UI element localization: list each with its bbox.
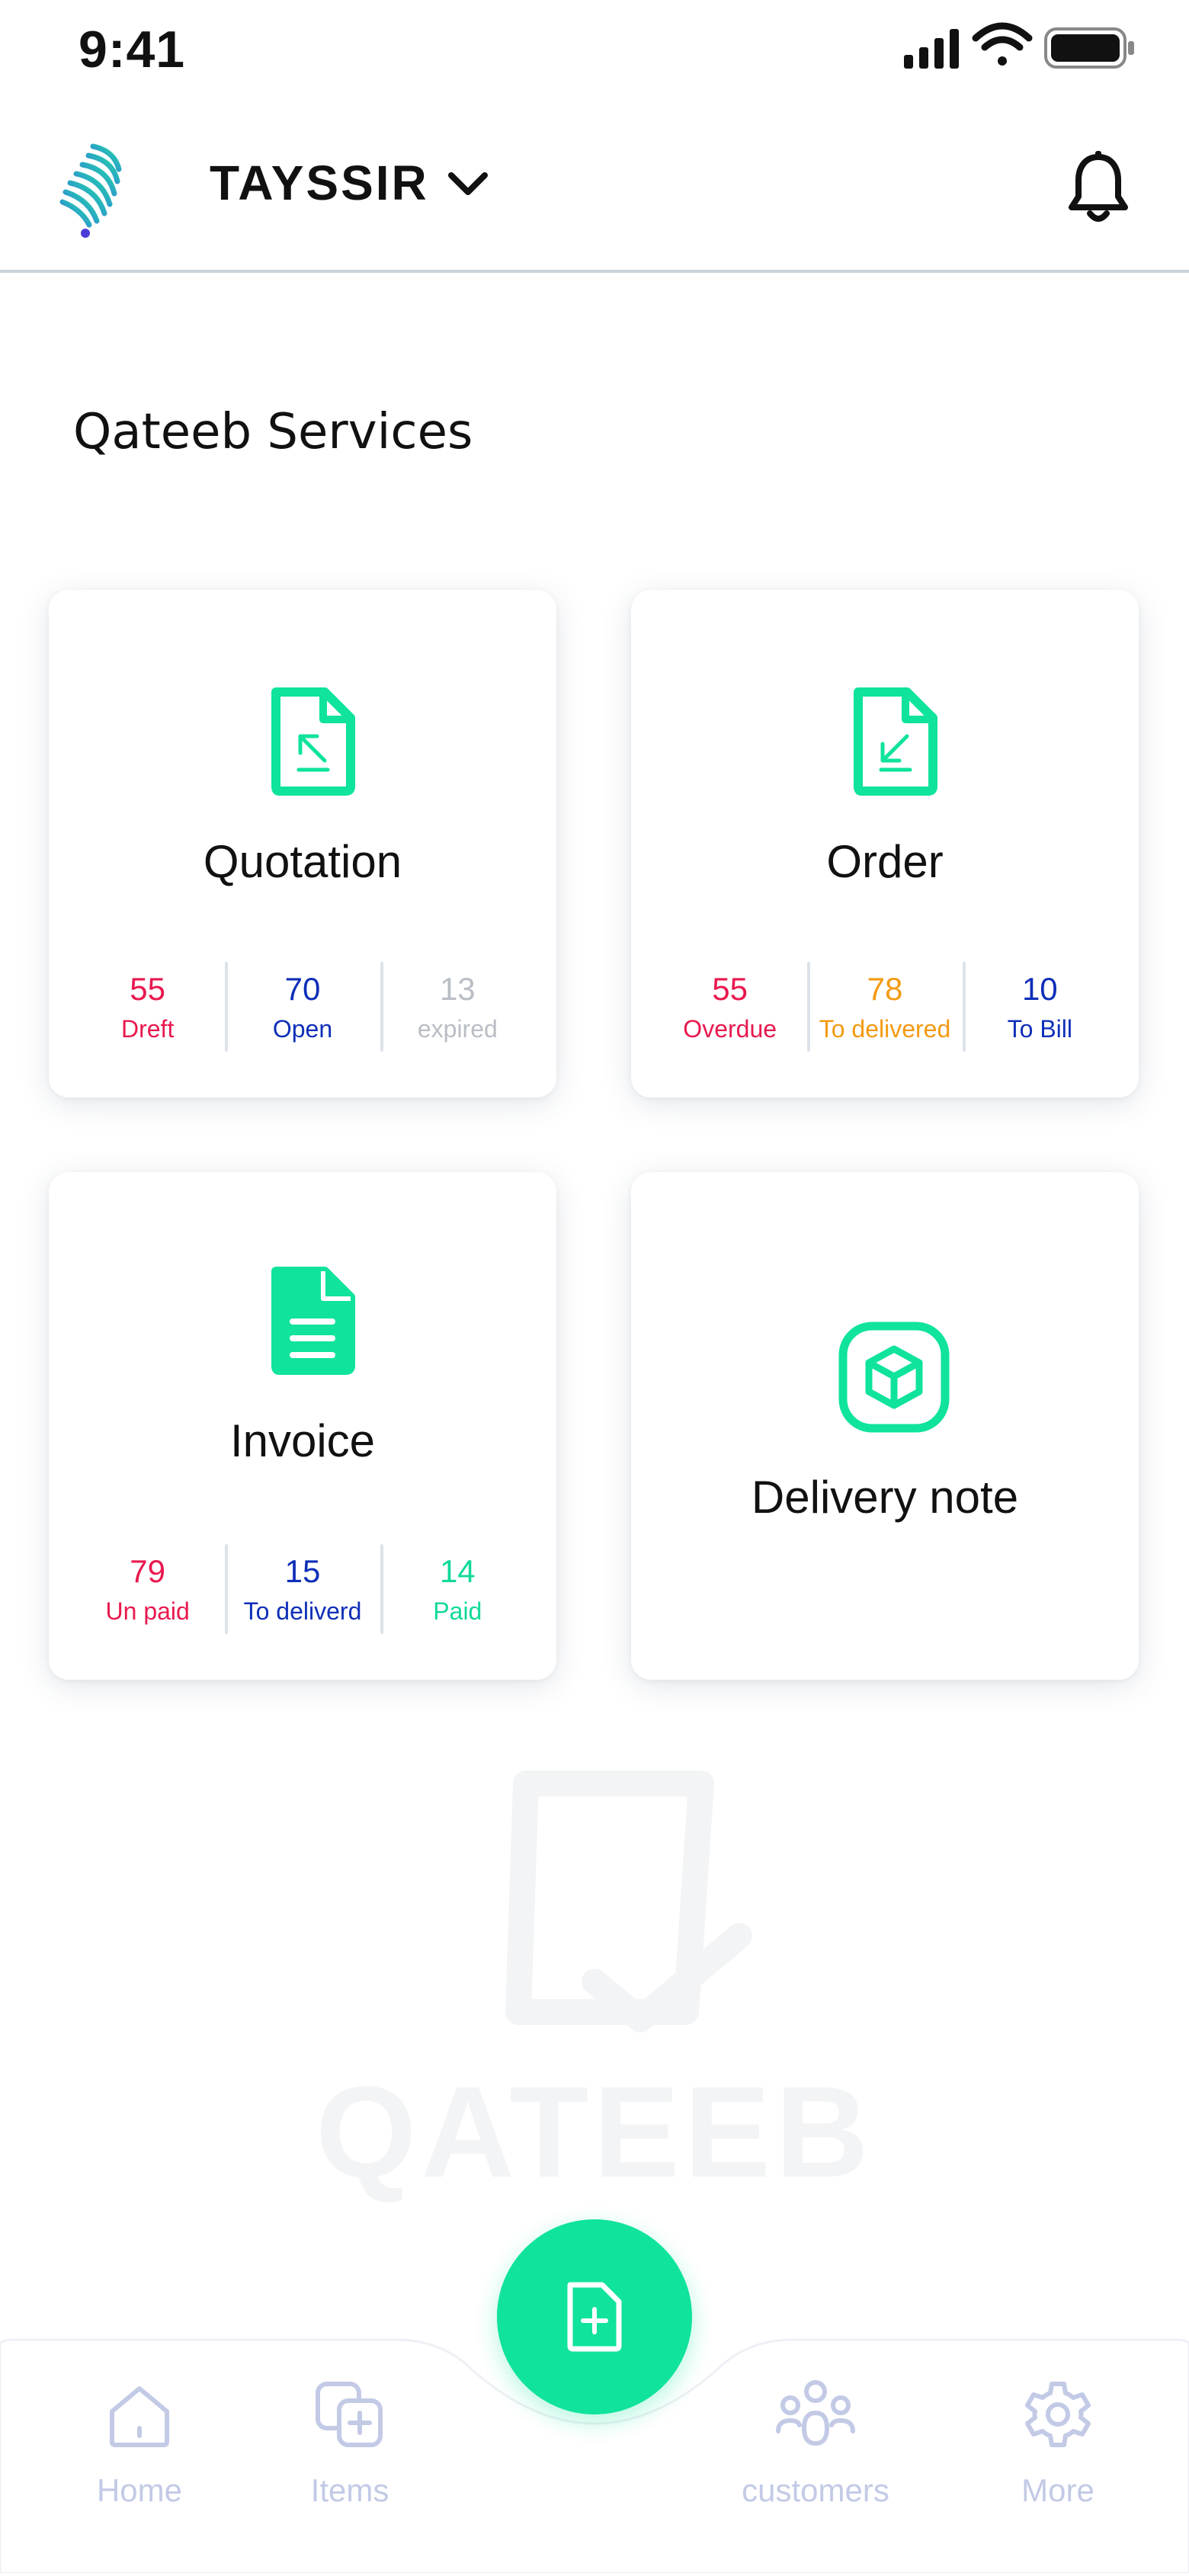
battery-icon [1044, 27, 1134, 69]
status-time: 9:41 [79, 21, 186, 78]
order-document-icon [851, 687, 939, 799]
order-title: Order [826, 836, 944, 887]
order-stats: 55 Overdue 78 To delivered 10 To Bill [652, 962, 1117, 1053]
stat-label: expired [417, 1015, 498, 1043]
order-stat-to-bill[interactable]: 10 To Bill [962, 962, 1117, 1053]
create-document-button[interactable] [497, 2219, 692, 2414]
stat-label: To delivered [819, 1015, 951, 1043]
nav-customers[interactable]: customers [724, 2378, 907, 2509]
stat-value: 15 [284, 1553, 321, 1589]
order-stat-to-delivered[interactable]: 78 To delivered [807, 962, 962, 1053]
delivery-note-title: Delivery note [751, 1472, 1019, 1523]
invoice-card[interactable]: Invoice 79 Un paid 15 To deliverd 14 Pai… [49, 1172, 556, 1680]
add-document-icon [567, 2282, 622, 2352]
nav-more[interactable]: More [966, 2378, 1149, 2509]
nav-home-label: Home [96, 2472, 183, 2508]
gear-icon [1025, 2382, 1091, 2447]
quotation-title: Quotation [203, 836, 402, 887]
order-stat-overdue[interactable]: 55 Overdue [652, 962, 807, 1053]
invoice-stat-to-deliverd[interactable]: 15 To deliverd [225, 1544, 380, 1636]
page-title: Qateeb Services [73, 404, 473, 460]
cellular-signal-icon [904, 29, 959, 69]
status-icons [869, 0, 1189, 102]
quotation-stat-expired[interactable]: 13 expired [380, 962, 535, 1053]
quotation-card[interactable]: Quotation 55 Dreft 70 Open 13 expired [49, 590, 556, 1097]
stat-value: 70 [284, 971, 321, 1007]
stat-label: Overdue [683, 1015, 777, 1043]
stat-label: To Bill [1007, 1015, 1072, 1043]
stat-value: 14 [439, 1553, 476, 1589]
invoice-stat-unpaid[interactable]: 79 Un paid [70, 1544, 225, 1636]
nav-customers-label: customers [742, 2472, 889, 2508]
invoice-document-icon [268, 1267, 357, 1378]
order-card[interactable]: Order 55 Overdue 78 To delivered 10 To B… [631, 590, 1139, 1097]
stat-value: 13 [439, 971, 476, 1007]
quotation-stat-open[interactable]: 70 Open [225, 962, 380, 1053]
nav-home[interactable]: Home [48, 2378, 231, 2509]
items-add-icon [316, 2382, 383, 2447]
nav-items[interactable]: Items [258, 2378, 441, 2509]
quotation-stat-draft[interactable]: 55 Dreft [70, 962, 225, 1053]
invoice-stats: 79 Un paid 15 To deliverd 14 Paid [70, 1544, 535, 1636]
package-box-icon [837, 1320, 951, 1437]
chevron-down-icon[interactable] [445, 165, 491, 206]
stat-value: 78 [867, 971, 903, 1007]
customers-icon [776, 2380, 855, 2446]
stat-value: 79 [130, 1553, 166, 1589]
stat-value: 55 [130, 971, 166, 1007]
watermark-text: QATEEB [316, 2060, 873, 2205]
wifi-icon [972, 22, 1033, 66]
stat-label: To deliverd [243, 1597, 362, 1625]
stat-label: Un paid [105, 1597, 190, 1625]
stat-label: Dreft [120, 1015, 175, 1043]
stat-value: 10 [1021, 971, 1058, 1007]
app-logo[interactable] [55, 137, 131, 247]
quotation-stats: 55 Dreft 70 Open 13 expired [70, 962, 535, 1053]
stat-label: Paid [433, 1597, 482, 1625]
quotation-document-icon [268, 687, 357, 799]
header-divider [0, 270, 1189, 273]
company-name[interactable]: TAYSSIR [210, 155, 429, 211]
delivery-note-card[interactable]: Delivery note [631, 1172, 1139, 1680]
nav-items-label: Items [310, 2472, 389, 2508]
home-icon [110, 2386, 169, 2447]
nav-more-label: More [1021, 2472, 1094, 2508]
stat-label: Open [272, 1015, 333, 1043]
bell-icon[interactable] [1066, 149, 1131, 229]
stat-value: 55 [712, 971, 748, 1007]
invoice-stat-paid[interactable]: 14 Paid [380, 1544, 535, 1636]
invoice-title: Invoice [229, 1415, 376, 1466]
